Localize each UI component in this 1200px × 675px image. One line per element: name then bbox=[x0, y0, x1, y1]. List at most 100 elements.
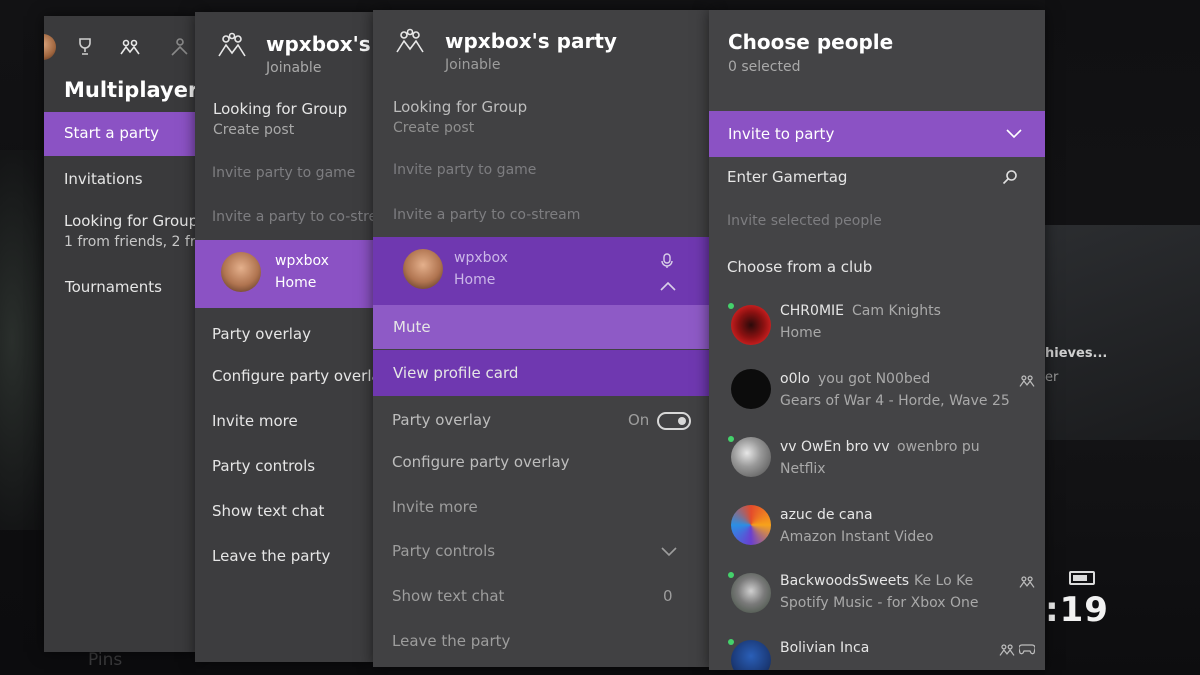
invite-game-item: Invite party to game bbox=[212, 165, 356, 181]
configure-overlay-item[interactable]: Configure party overla bbox=[212, 367, 375, 385]
party-controls-item[interactable]: Party controls bbox=[373, 542, 711, 566]
leave-party-item[interactable]: Leave the party bbox=[392, 632, 711, 650]
invite-more-item[interactable]: Invite more bbox=[392, 498, 711, 516]
overlay-state: On bbox=[628, 411, 650, 429]
overlay-toggle[interactable] bbox=[657, 412, 691, 430]
microphone-icon bbox=[661, 253, 673, 269]
party-controls-item[interactable]: Party controls bbox=[212, 457, 375, 475]
start-party-item[interactable]: Start a party bbox=[44, 112, 196, 156]
lfg-post-sub: Create post bbox=[393, 120, 475, 136]
show-text-chat-item[interactable]: Show text chat 0 bbox=[373, 587, 711, 611]
invite-selected-item: Invite selected people bbox=[727, 213, 882, 229]
chevron-down-icon bbox=[661, 547, 677, 557]
friend-status: Spotify Music - for Xbox One bbox=[780, 595, 979, 611]
friend-gamertag: vv OwEn bro vv bbox=[780, 439, 890, 455]
friend-status: Amazon Instant Video bbox=[780, 529, 934, 545]
friend-row[interactable]: BackwoodsSweets Ke Lo Ke Spotify Music -… bbox=[709, 570, 1045, 630]
enter-gamertag-item[interactable]: Enter Gamertag bbox=[709, 166, 1045, 192]
party-status: Joinable bbox=[266, 60, 322, 76]
friend-avatar bbox=[731, 369, 771, 409]
invitations-item[interactable]: Invitations bbox=[44, 168, 196, 198]
friend-row[interactable]: Bolivian Inca bbox=[709, 637, 1045, 670]
friend-status: Gears of War 4 - Horde, Wave 25 bbox=[780, 393, 1010, 409]
lfg-post-label: Looking for Group bbox=[213, 100, 348, 118]
friend-realname: Cam Knights bbox=[852, 303, 941, 319]
invite-to-party-dropdown[interactable]: Invite to party bbox=[709, 111, 1045, 157]
choose-club-item[interactable]: Choose from a club bbox=[727, 258, 1045, 276]
party-overlay-item[interactable]: Party overlay On bbox=[373, 410, 711, 434]
lfg-label: Looking for Group bbox=[64, 212, 196, 230]
member-status: Home bbox=[275, 275, 317, 291]
friend-status: Netflix bbox=[780, 461, 826, 477]
invite-more-item[interactable]: Invite more bbox=[212, 412, 375, 430]
friend-row[interactable]: azuc de cana Amazon Instant Video bbox=[709, 502, 1045, 562]
member-avatar bbox=[403, 249, 443, 289]
friend-status: Home bbox=[780, 325, 822, 341]
controller-icon bbox=[1019, 643, 1035, 655]
friend-row[interactable]: CHR0MIE Cam Knights Home bbox=[709, 298, 1045, 358]
mute-item[interactable]: Mute bbox=[373, 305, 711, 349]
lfg-sub: 1 from friends, 2 fr bbox=[64, 234, 196, 250]
member-name: wpxbox bbox=[454, 250, 508, 266]
choose-people-panel: Choose people 0 selected Invite to party… bbox=[709, 10, 1045, 670]
member-avatar bbox=[221, 252, 261, 292]
game-tile bbox=[1045, 225, 1200, 440]
start-party-label: Start a party bbox=[64, 124, 160, 142]
enter-gamertag-label: Enter Gamertag bbox=[727, 168, 848, 186]
choose-people-title: Choose people bbox=[728, 30, 894, 54]
multiplayer-icon[interactable] bbox=[120, 38, 140, 56]
friend-realname: you got N00bed bbox=[818, 371, 931, 387]
lfg-post-item[interactable]: Looking for Group Create post bbox=[195, 100, 375, 144]
multiplayer-icon bbox=[1019, 374, 1035, 388]
tournaments-item[interactable]: Tournaments bbox=[44, 276, 196, 306]
selected-count: 0 selected bbox=[728, 59, 801, 75]
friend-gamertag: azuc de cana bbox=[780, 507, 873, 523]
battery-icon bbox=[1069, 571, 1095, 585]
friend-gamertag: BackwoodsSweets bbox=[780, 573, 910, 589]
friend-row[interactable]: o0lo you got N00bed Gears of War 4 - Hor… bbox=[709, 366, 1045, 426]
party-overlay-item[interactable]: Party overlay bbox=[212, 325, 375, 343]
online-indicator bbox=[728, 436, 734, 442]
lfg-post-label: Looking for Group bbox=[393, 98, 528, 116]
member-row-selected[interactable]: wpxbox Home bbox=[195, 240, 375, 308]
party-panel-narrow: wpxbox's Joinable Looking for Group Crea… bbox=[195, 12, 375, 662]
tournaments-label: Tournaments bbox=[65, 278, 162, 296]
chevron-up-icon[interactable] bbox=[660, 281, 676, 291]
party-overlay-label: Party overlay bbox=[392, 411, 491, 429]
party-icon bbox=[217, 32, 247, 58]
profile-avatar[interactable] bbox=[44, 34, 56, 60]
member-row-expanded[interactable]: wpxbox Home bbox=[373, 237, 711, 305]
friend-row[interactable]: vv OwEn bro vv owenbro pu Netflix bbox=[709, 434, 1045, 494]
show-text-chat-item[interactable]: Show text chat bbox=[212, 502, 375, 520]
party-title: wpxbox's party bbox=[445, 29, 617, 53]
friend-gamertag: CHR0MIE bbox=[780, 303, 844, 319]
pins-label: Pins bbox=[88, 650, 123, 670]
multiplayer-icon bbox=[1019, 575, 1035, 589]
friend-realname: Ke Lo Ke bbox=[914, 573, 974, 589]
configure-overlay-item[interactable]: Configure party overlay bbox=[392, 453, 711, 471]
lfg-post-sub: Create post bbox=[213, 122, 295, 138]
leave-party-item[interactable]: Leave the party bbox=[212, 547, 375, 565]
member-name: wpxbox bbox=[275, 253, 329, 269]
lfg-post-item[interactable]: Looking for Group Create post bbox=[373, 98, 711, 142]
view-profile-item[interactable]: View profile card bbox=[373, 350, 711, 396]
online-indicator bbox=[728, 303, 734, 309]
friend-gamertag: Bolivian Inca bbox=[780, 640, 870, 656]
online-indicator bbox=[728, 639, 734, 645]
view-profile-label: View profile card bbox=[393, 364, 519, 382]
achievements-icon[interactable] bbox=[77, 38, 93, 56]
member-status: Home bbox=[454, 272, 496, 288]
friend-avatar bbox=[731, 573, 771, 613]
friend-avatar bbox=[731, 505, 771, 545]
background-home: hieves... er :19 bbox=[1045, 0, 1200, 675]
chevron-down-icon bbox=[1006, 129, 1022, 139]
social-icon[interactable] bbox=[168, 36, 188, 56]
show-text-chat-label: Show text chat bbox=[392, 587, 505, 605]
party-panel-full: wpxbox's party Joinable Looking for Grou… bbox=[373, 10, 711, 667]
invite-to-party-label: Invite to party bbox=[728, 125, 835, 143]
friend-avatar bbox=[731, 640, 771, 670]
multiplayer-title: Multiplayer bbox=[64, 78, 196, 102]
party-status: Joinable bbox=[445, 57, 501, 73]
lfg-item[interactable]: Looking for Group 1 from friends, 2 fr bbox=[44, 212, 196, 258]
mute-label: Mute bbox=[393, 318, 431, 336]
